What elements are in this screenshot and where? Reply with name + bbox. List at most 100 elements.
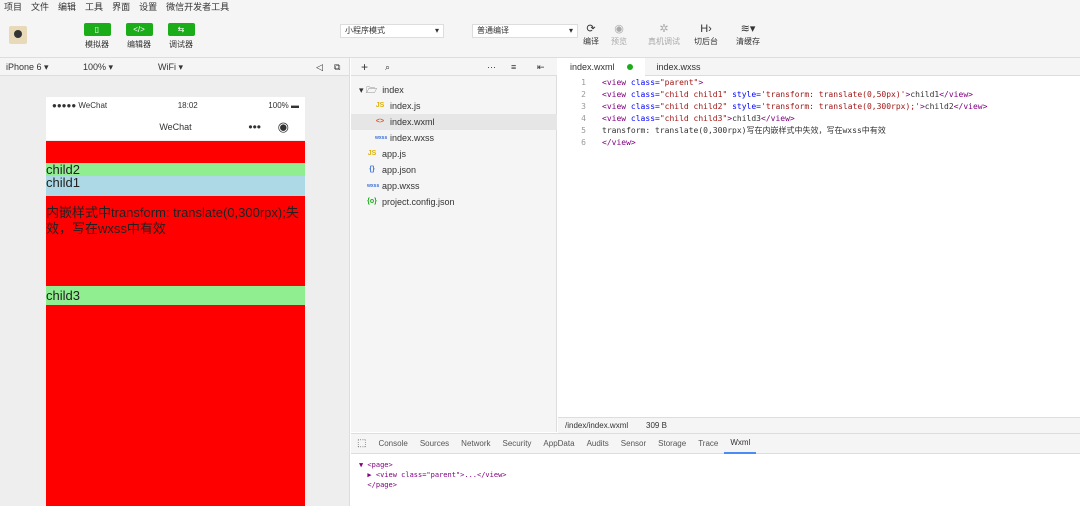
tab-trace[interactable]: Trace xyxy=(692,434,724,453)
file-tree-toolbar: + ⌕ ··· ≡ ⇤ xyxy=(351,58,557,76)
tab-console[interactable]: Console xyxy=(372,434,413,453)
code-icon: </> xyxy=(125,23,153,36)
code-line: 5 transform: translate(0,300rpx)写在内嵌样式中失效… xyxy=(581,126,886,135)
menu-settings[interactable]: 设置 xyxy=(139,0,157,13)
menu-devtools[interactable]: 微信开发者工具 xyxy=(166,0,229,13)
mode-select[interactable]: 小程序模式 xyxy=(340,24,444,38)
xml-icon: <> xyxy=(375,118,385,125)
tree-file[interactable]: wxss index.wxss xyxy=(375,130,434,146)
menu-edit[interactable]: 编辑 xyxy=(58,0,76,13)
volume-icon[interactable]: ◁ xyxy=(316,58,323,76)
inspect-icon[interactable]: ⬚ xyxy=(351,434,372,453)
close-icon[interactable]: ◉ xyxy=(278,113,289,141)
file-tree: ▾ 🗁 index JS index.js <> index.wxml wxss ind… xyxy=(351,76,557,432)
tab-storage[interactable]: Storage xyxy=(652,434,692,453)
carrier: ●●●●● WeChat xyxy=(52,100,108,110)
search-icon[interactable]: ⌕ xyxy=(385,58,390,76)
menu-bar: 项目 文件 编辑 工具 界面 设置 微信开发者工具 xyxy=(0,0,1080,12)
code-line: 2 <view class="child child1" style='trans… xyxy=(581,90,973,99)
tree-file[interactable]: wxss app.wxss xyxy=(367,178,420,194)
refresh-icon: ⟳ xyxy=(586,23,596,35)
code-editor[interactable]: 1 <view class="parent"> 2 <view class="chi… xyxy=(558,76,1080,417)
simulator-button[interactable]: ▯ 模拟器 xyxy=(77,23,117,50)
tab-audits[interactable]: Audits xyxy=(581,434,615,453)
code-line: 6 </view> xyxy=(581,138,636,147)
child1-view: child1 xyxy=(46,176,305,196)
tree-file[interactable]: {o} project.config.json xyxy=(367,194,454,210)
folder-icon: ▾ 🗁 xyxy=(359,85,378,95)
clear-cache-button[interactable]: ≋▾ 清缓存 xyxy=(733,22,763,47)
window-icon[interactable]: ⧉ xyxy=(334,58,340,76)
layers-icon: ≋▾ xyxy=(740,23,756,35)
compile-button[interactable]: ⟳ 编译 xyxy=(576,22,606,47)
bug-icon: ✲ xyxy=(659,23,669,35)
file-size: 309 B xyxy=(646,421,667,430)
device-select[interactable]: iPhone 6 xyxy=(6,58,49,76)
battery-icon: ▬ xyxy=(291,100,299,110)
switch-icon: H› xyxy=(700,23,712,35)
preview-button[interactable]: ◉ 预览 xyxy=(604,22,634,47)
compile-mode-select[interactable]: 普通编译 xyxy=(472,24,578,38)
tree-file[interactable]: JS index.js xyxy=(375,98,421,114)
tab-network[interactable]: Network xyxy=(455,434,496,453)
file-path: /index/index.wxml xyxy=(565,421,629,430)
clock: 18:02 xyxy=(177,100,198,110)
tab-appdata[interactable]: AppData xyxy=(537,434,580,453)
menu-project[interactable]: 项目 xyxy=(4,0,22,13)
parent-text: 内嵌样式中transform: translate(0,300rpx);失效，写… xyxy=(46,205,299,236)
editor-tabs: index.wxml index.wxss xyxy=(558,58,1080,76)
json-icon: {} xyxy=(369,166,375,173)
js-icon: JS xyxy=(367,150,377,157)
menu-tools[interactable]: 工具 xyxy=(85,0,103,13)
wxml-panel: ▼ <page> ▶ <view class="parent">...</vie… xyxy=(351,454,1080,506)
code-line: 1 <view class="parent"> xyxy=(581,78,704,87)
js-icon: JS xyxy=(375,102,385,109)
battery: 100% ▬ xyxy=(268,100,299,110)
status-bar: ●●●●● WeChat 18:02 100% ▬ xyxy=(46,97,305,113)
tab-index-wxss[interactable]: index.wxss xyxy=(645,58,713,76)
simulator-bar: iPhone 6 100% WiFi ◁ ⧉ xyxy=(0,58,350,76)
config-icon: {o} xyxy=(367,198,377,205)
editor-status-bar: /index/index.wxml 309 B xyxy=(558,417,1080,433)
devtools-tabs: ⬚ Console Sources Network Security AppDa… xyxy=(351,433,1080,454)
tree-file-selected[interactable]: <> index.wxml xyxy=(351,114,557,130)
phone-screen: ●●●●● WeChat 18:02 100% ▬ WeChat ••• ◉ c… xyxy=(46,97,305,506)
add-icon[interactable]: + xyxy=(361,58,368,76)
parent-view: child2 child1 内嵌样式中transform: translate(… xyxy=(46,141,305,506)
sort-icon[interactable]: ≡ xyxy=(511,58,516,76)
menu-view[interactable]: 界面 xyxy=(112,0,130,13)
tab-sensor[interactable]: Sensor xyxy=(615,434,652,453)
main-toolbar: ▯模拟器 </>编辑器 ⇆调试器 小程序模式 普通编译 ⟳编译 ◉预览 ✲真机调… xyxy=(0,12,1080,58)
debugger-button[interactable]: ⇆ 调试器 xyxy=(161,23,201,50)
tab-wxml[interactable]: Wxml xyxy=(724,433,757,454)
tab-index-wxml[interactable]: index.wxml xyxy=(558,58,645,76)
child2-view: child2 xyxy=(46,163,305,176)
tab-security[interactable]: Security xyxy=(497,434,538,453)
zoom-select[interactable]: 100% xyxy=(83,58,113,76)
nav-title: WeChat xyxy=(159,122,192,132)
tree-folder-index[interactable]: ▾ 🗁 index xyxy=(359,82,404,98)
code-line: 4 <view class="child child3">child3</view… xyxy=(581,114,795,123)
nav-bar: WeChat ••• ◉ xyxy=(46,113,305,141)
code-line: 3 <view class="child child2" style='trans… xyxy=(581,102,988,111)
network-select[interactable]: WiFi xyxy=(158,58,183,76)
more-icon[interactable]: ··· xyxy=(487,58,496,76)
child3-view: child3 xyxy=(46,286,305,305)
eye-icon: ◉ xyxy=(614,23,624,35)
tree-file[interactable]: JS app.js xyxy=(367,146,406,162)
wxml-node-page[interactable]: ▼ <page> xyxy=(359,461,393,469)
tab-sources[interactable]: Sources xyxy=(414,434,455,453)
css-icon: wxss xyxy=(367,183,380,189)
tree-file[interactable]: {} app.json xyxy=(367,162,416,178)
wxml-node-parent[interactable]: ▶ <view class="parent">...</view> xyxy=(359,471,506,479)
more-icon[interactable]: ••• xyxy=(248,113,261,141)
unsaved-dot-icon xyxy=(626,64,633,70)
menu-file[interactable]: 文件 xyxy=(31,0,49,13)
avatar[interactable] xyxy=(9,26,27,44)
debug-icon: ⇆ xyxy=(167,23,195,36)
phone-icon: ▯ xyxy=(83,23,111,36)
remote-debug-button[interactable]: ✲ 真机调试 xyxy=(644,22,684,47)
background-button[interactable]: H› 切后台 xyxy=(691,22,721,47)
editor-button[interactable]: </> 编辑器 xyxy=(119,23,159,50)
collapse-icon[interactable]: ⇤ xyxy=(537,58,545,76)
